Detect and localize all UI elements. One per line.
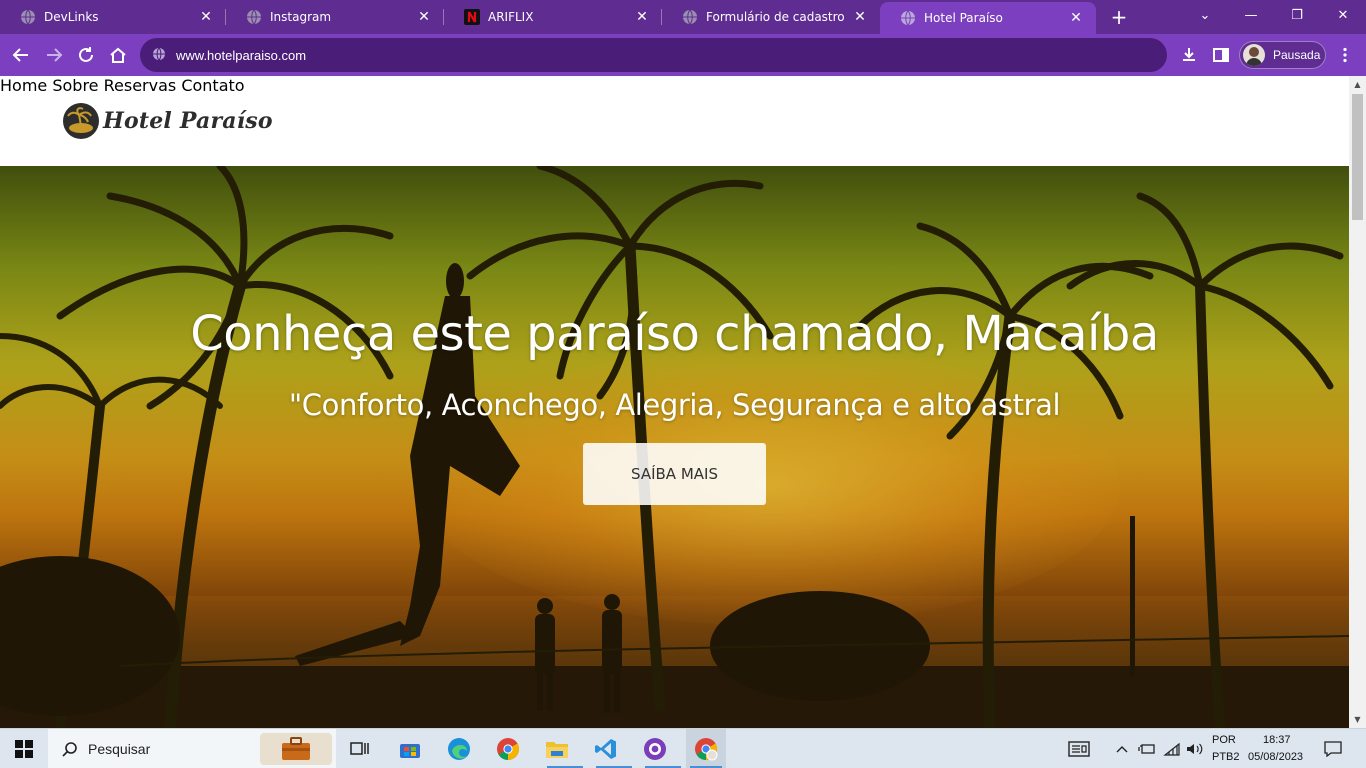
- nav-link-reservas[interactable]: Reservas: [104, 76, 177, 95]
- tab-search-chevron-icon[interactable]: ⌄: [1182, 0, 1228, 30]
- hero-subtitle: "Conforto, Aconchego, Alegria, Segurança…: [288, 388, 1061, 422]
- chrome-profile-icon[interactable]: [686, 729, 726, 768]
- tab-instagram[interactable]: Instagram ✕: [226, 0, 444, 34]
- palm-tree-icon: [63, 103, 99, 139]
- scrollbar-thumb[interactable]: [1352, 94, 1363, 220]
- netflix-icon: [464, 9, 480, 25]
- nav-link-home[interactable]: Home: [0, 76, 47, 95]
- page-scrollbar[interactable]: ▲ ▼: [1349, 76, 1366, 728]
- nav-link-contato[interactable]: Contato: [181, 76, 244, 95]
- search-placeholder: Pesquisar: [88, 741, 151, 757]
- minimize-button[interactable]: —: [1228, 0, 1274, 30]
- profile-button[interactable]: Pausada: [1239, 41, 1326, 69]
- work-briefcase-icon[interactable]: [260, 733, 332, 765]
- globe-icon: [246, 9, 262, 25]
- site-info-icon[interactable]: [152, 46, 166, 65]
- site-logo[interactable]: Hotel Paraíso: [63, 103, 273, 139]
- windows-logo-icon: [15, 740, 33, 758]
- downloads-button[interactable]: [1176, 42, 1202, 68]
- github-desktop-icon[interactable]: [637, 729, 681, 768]
- keyboard-layout-indicator[interactable]: PTB2: [1212, 751, 1240, 763]
- start-button[interactable]: [0, 729, 48, 768]
- close-icon[interactable]: ✕: [632, 7, 652, 27]
- home-button[interactable]: [105, 42, 131, 68]
- scroll-up-arrow-icon[interactable]: ▲: [1349, 76, 1366, 93]
- close-icon[interactable]: ✕: [850, 7, 870, 27]
- tab-devlinks[interactable]: DevLinks ✕: [0, 0, 226, 34]
- taskbar-search[interactable]: Pesquisar: [48, 729, 336, 768]
- volume-icon[interactable]: [1184, 729, 1206, 768]
- page-viewport: Hotel Paraíso Home Sobre Reservas Contat…: [0, 76, 1349, 728]
- tab-title: Formulário de cadastro: [706, 10, 845, 24]
- arrow-right-icon: [47, 48, 63, 62]
- tab-title: DevLinks: [44, 10, 99, 24]
- globe-icon: [20, 9, 36, 25]
- more-vertical-icon: [1343, 47, 1347, 63]
- nav-link-sobre[interactable]: Sobre: [52, 76, 98, 95]
- download-icon: [1183, 48, 1195, 61]
- notifications-icon[interactable]: [1320, 729, 1346, 768]
- close-window-button[interactable]: ✕: [1320, 0, 1366, 30]
- side-panel-icon: [1213, 48, 1229, 62]
- profile-label: Pausada: [1273, 48, 1321, 62]
- hero-title: Conheça este paraíso chamado, Macaíba: [190, 306, 1159, 362]
- battery-icon[interactable]: [1136, 729, 1158, 768]
- saiba-mais-button[interactable]: SAÍBA MAIS: [583, 443, 766, 505]
- globe-icon: [900, 10, 916, 26]
- tab-ariflix[interactable]: ARIFLIX ✕: [444, 0, 662, 34]
- clock-time[interactable]: 18:37: [1263, 734, 1291, 746]
- browser-toolbar: www.hotelparaiso.com Pausada: [0, 34, 1366, 76]
- address-bar[interactable]: www.hotelparaiso.com: [140, 38, 1167, 72]
- main-nav: Home Sobre Reservas Contato: [0, 76, 1349, 95]
- browser-tab-strip: DevLinks ✕ Instagram ✕ ARIFLIX ✕ Formulá…: [0, 0, 1366, 34]
- forward-button[interactable]: [41, 42, 67, 68]
- chrome-icon[interactable]: [490, 729, 526, 768]
- search-icon: [62, 742, 77, 757]
- microsoft-store-icon[interactable]: [392, 729, 428, 768]
- globe-icon: [682, 9, 698, 25]
- new-tab-button[interactable]: +: [1108, 5, 1130, 29]
- close-icon[interactable]: ✕: [196, 7, 216, 27]
- scroll-down-arrow-icon[interactable]: ▼: [1349, 711, 1366, 728]
- task-view-icon[interactable]: [342, 729, 378, 768]
- close-icon[interactable]: ✕: [1066, 8, 1086, 28]
- logo-text: Hotel Paraíso: [103, 108, 273, 134]
- tab-title: Instagram: [270, 10, 332, 24]
- clock-date[interactable]: 05/08/2023: [1248, 751, 1303, 763]
- news-widget-icon[interactable]: [1064, 729, 1094, 768]
- back-button[interactable]: [8, 42, 34, 68]
- language-indicator[interactable]: POR: [1212, 734, 1236, 746]
- tab-hotel-paraiso[interactable]: Hotel Paraíso ✕: [880, 2, 1096, 34]
- avatar: [1243, 44, 1265, 66]
- menu-button[interactable]: [1332, 42, 1358, 68]
- file-explorer-icon[interactable]: [539, 729, 583, 768]
- chevron-up-icon[interactable]: [1112, 729, 1132, 768]
- windows-taskbar: Pesquisar POR PTB2 18:37 05/08/2023: [0, 728, 1366, 768]
- side-panel-button[interactable]: [1208, 42, 1234, 68]
- tab-formulario[interactable]: Formulário de cadastro ✕: [662, 0, 880, 34]
- vscode-icon[interactable]: [588, 729, 632, 768]
- site-header: Hotel Paraíso Home Sobre Reservas Contat…: [0, 76, 1349, 166]
- restore-button[interactable]: ❐: [1274, 0, 1320, 30]
- arrow-left-icon: [12, 48, 28, 62]
- tab-title: Hotel Paraíso: [924, 11, 1003, 25]
- home-icon: [110, 47, 126, 63]
- close-icon[interactable]: ✕: [414, 7, 434, 27]
- edge-icon[interactable]: [441, 729, 477, 768]
- wifi-icon[interactable]: [1161, 729, 1183, 768]
- url-text: www.hotelparaiso.com: [176, 47, 307, 63]
- reload-button[interactable]: [73, 42, 99, 68]
- tab-title: ARIFLIX: [488, 10, 534, 24]
- hero-section: Conheça este paraíso chamado, Macaíba "C…: [0, 166, 1349, 728]
- reload-icon: [79, 47, 93, 62]
